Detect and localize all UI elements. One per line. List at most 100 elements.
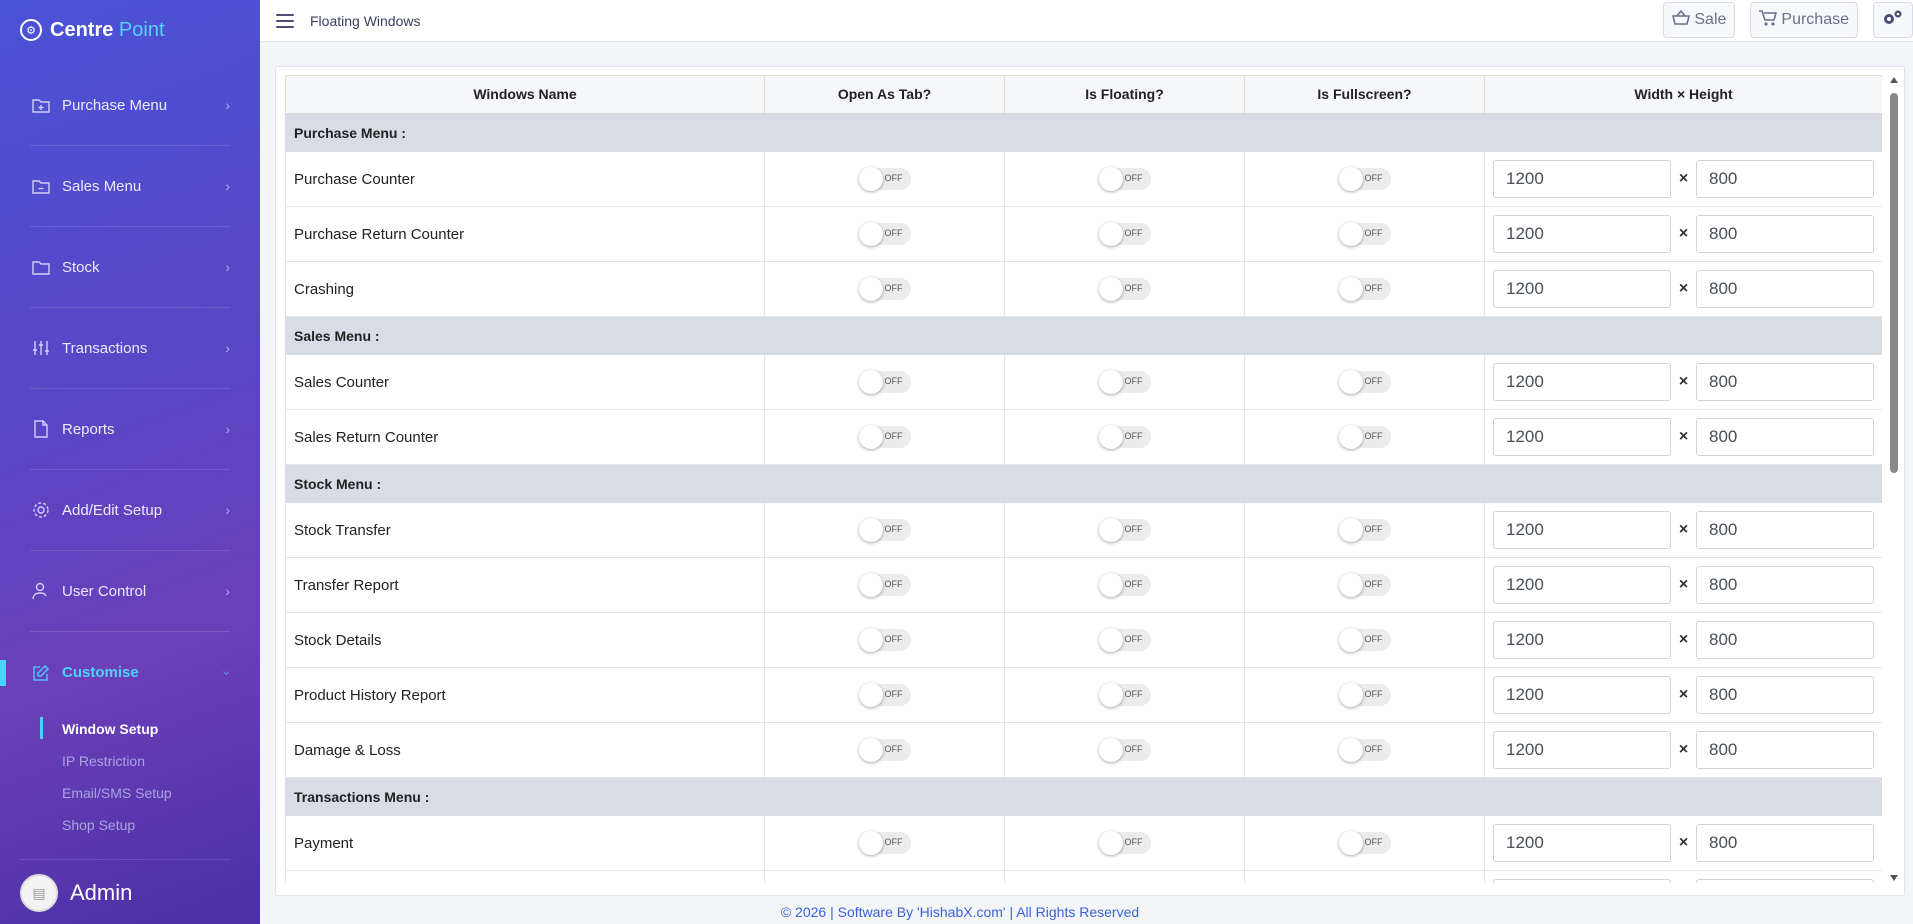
width-input[interactable] [1493,160,1671,198]
sidebar-item-user-control[interactable]: User Control › [30,551,230,632]
scroll-down-arrow-icon[interactable] [1890,875,1898,881]
width-input[interactable] [1493,621,1671,659]
width-input[interactable] [1493,511,1671,549]
height-input[interactable] [1696,731,1874,769]
window-name: Product History Report [285,667,765,723]
width-input[interactable] [1493,418,1671,456]
toggle-state-label: OFF [1364,744,1383,754]
sidebar-item-transactions[interactable]: Transactions › [30,308,230,389]
height-input[interactable] [1696,676,1874,714]
open-as-tab-toggle[interactable]: OFF [858,683,911,707]
is-floating-toggle[interactable]: OFF [1098,425,1151,449]
submenu-item-window-setup[interactable]: Window Setup [40,713,260,745]
is-fullscreen-toggle[interactable]: OFF [1338,222,1391,246]
width-input[interactable] [1493,676,1671,714]
height-input[interactable] [1696,215,1874,253]
col-header-open-as-tab: Open As Tab? [764,75,1005,115]
vertical-scrollbar[interactable] [1888,75,1900,883]
is-floating-toggle[interactable]: OFF [1098,370,1151,394]
open-as-tab-toggle[interactable]: OFF [858,222,911,246]
height-input[interactable] [1696,879,1874,883]
sidebar-item-label: Add/Edit Setup [62,501,163,519]
toggle-knob [1098,738,1123,762]
is-floating-toggle[interactable]: OFF [1098,167,1151,191]
is-floating-toggle[interactable]: OFF [1098,628,1151,652]
open-as-tab-toggle[interactable]: OFF [858,573,911,597]
submenu-item-ip-restriction[interactable]: IP Restriction [40,745,260,777]
cell-is-fullscreen: OFF [1244,354,1485,410]
is-fullscreen-toggle[interactable]: OFF [1338,683,1391,707]
sidebar-item-add-edit-setup[interactable]: Add/Edit Setup › [30,470,230,551]
submenu-item-shop-setup[interactable]: Shop Setup [40,809,260,841]
height-input[interactable] [1696,418,1874,456]
toggle-knob [858,167,883,191]
settings-button[interactable] [1873,2,1913,38]
is-floating-toggle[interactable]: OFF [1098,277,1151,301]
height-input[interactable] [1696,160,1874,198]
height-input[interactable] [1696,270,1874,308]
col-header-width-height: Width × Height [1484,75,1882,115]
open-as-tab-toggle[interactable]: OFF [858,425,911,449]
is-fullscreen-toggle[interactable]: OFF [1338,167,1391,191]
table-row: Transfer Report OFF OFF OFF × [285,557,1882,613]
brand[interactable]: ⚙ Centre Point [0,0,260,60]
open-as-tab-toggle[interactable]: OFF [858,831,911,855]
is-fullscreen-toggle[interactable]: OFF [1338,573,1391,597]
is-fullscreen-toggle[interactable]: OFF [1338,425,1391,449]
group-header-label: Sales Menu : [285,316,1882,355]
width-input[interactable] [1493,879,1671,883]
sidebar-item-sales-menu[interactable]: Sales Menu › [30,146,230,227]
is-fullscreen-toggle[interactable]: OFF [1338,831,1391,855]
group-header-row: Transactions Menu : [285,777,1882,816]
open-as-tab-toggle[interactable]: OFF [858,167,911,191]
is-fullscreen-toggle[interactable]: OFF [1338,370,1391,394]
is-fullscreen-toggle[interactable]: OFF [1338,628,1391,652]
purchase-button[interactable]: Purchase [1750,2,1858,38]
submenu-item-email-sms-setup[interactable]: Email/SMS Setup [40,777,260,809]
is-floating-toggle[interactable]: OFF [1098,518,1151,542]
window-name: Purchase Return Counter [285,206,765,262]
is-floating-toggle[interactable]: OFF [1098,573,1151,597]
col-header-windows-name: Windows Name [285,75,765,115]
width-input[interactable] [1493,270,1671,308]
table-scroll-area[interactable]: Windows Name Open As Tab? Is Floating? I… [285,75,1882,883]
hamburger-menu-icon[interactable] [276,13,294,28]
is-fullscreen-toggle[interactable]: OFF [1338,518,1391,542]
sidebar-item-purchase-menu[interactable]: Purchase Menu › [30,65,230,146]
is-floating-toggle[interactable]: OFF [1098,738,1151,762]
toggle-state-label: OFF [884,689,903,699]
admin-profile[interactable]: ▤ Admin [20,859,230,912]
is-floating-toggle[interactable]: OFF [1098,831,1151,855]
sidebar-item-reports[interactable]: Reports › [30,389,230,470]
height-input[interactable] [1696,824,1874,862]
sidebar-item-stock[interactable]: Stock › [30,227,230,308]
open-as-tab-toggle[interactable]: OFF [858,628,911,652]
scrollbar-thumb[interactable] [1890,93,1898,473]
toggle-state-label: OFF [1364,431,1383,441]
open-as-tab-toggle[interactable]: OFF [858,370,911,394]
is-floating-toggle[interactable]: OFF [1098,222,1151,246]
height-input[interactable] [1696,363,1874,401]
height-input[interactable] [1696,511,1874,549]
group-header-row: Stock Menu : [285,464,1882,503]
width-input[interactable] [1493,566,1671,604]
width-input[interactable] [1493,363,1671,401]
sale-button[interactable]: Sale [1663,2,1736,38]
is-fullscreen-toggle[interactable]: OFF [1338,277,1391,301]
width-input[interactable] [1493,824,1671,862]
open-as-tab-toggle[interactable]: OFF [858,277,911,301]
sidebar-item-customise[interactable]: Customise › [0,632,236,713]
height-input[interactable] [1696,566,1874,604]
is-floating-toggle[interactable]: OFF [1098,683,1151,707]
times-sign: × [1678,834,1689,851]
open-as-tab-toggle[interactable]: OFF [858,518,911,542]
width-input[interactable] [1493,215,1671,253]
toggle-state-label: OFF [884,634,903,644]
scroll-up-arrow-icon[interactable] [1890,77,1898,83]
cell-is-fullscreen: OFF [1244,206,1485,262]
width-input[interactable] [1493,731,1671,769]
window-name: Stock Transfer [285,502,765,558]
height-input[interactable] [1696,621,1874,659]
open-as-tab-toggle[interactable]: OFF [858,738,911,762]
is-fullscreen-toggle[interactable]: OFF [1338,738,1391,762]
